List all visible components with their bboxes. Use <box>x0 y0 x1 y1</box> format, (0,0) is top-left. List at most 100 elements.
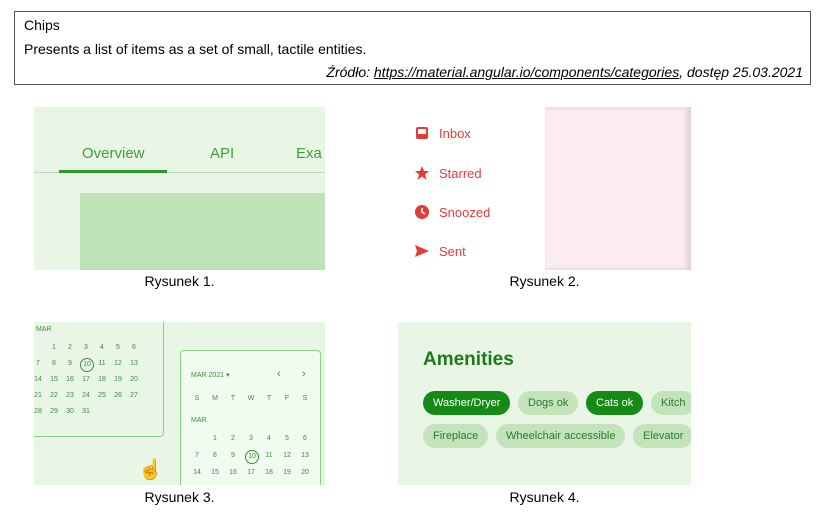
calendar-day[interactable]: 26 <box>112 392 124 399</box>
nav-label: Sent <box>439 243 466 259</box>
caption-4: Rysunek 4. <box>509 489 580 505</box>
calendar-day[interactable]: 16 <box>227 469 239 476</box>
calendar-day[interactable]: 21 <box>34 392 44 399</box>
calendar-day[interactable]: 18 <box>263 469 275 476</box>
calendar-day[interactable]: 16 <box>64 376 76 383</box>
calendar-day[interactable]: 18 <box>96 376 108 383</box>
calendar-day[interactable]: 25 <box>96 392 108 399</box>
source-suffix: , dostęp 25.03.2021 <box>679 64 803 80</box>
hand-cursor-icon: ☝ <box>138 459 163 481</box>
clock-icon <box>413 203 431 221</box>
calendar-day[interactable]: 30 <box>64 408 76 415</box>
calendar-day[interactable]: 11 <box>96 360 108 367</box>
calendar-day[interactable]: 6 <box>128 344 140 351</box>
calendar-day[interactable]: 4 <box>96 344 108 351</box>
calendar-day[interactable]: 9 <box>64 360 76 367</box>
nav-label: Starred <box>439 165 482 181</box>
previous-month-icon[interactable]: ‹ <box>277 368 281 380</box>
weekday-label: T <box>266 395 272 402</box>
calendar-day[interactable]: 6 <box>299 435 311 442</box>
calendar-day[interactable]: 10 <box>245 450 259 464</box>
weekday-label: S <box>194 395 200 402</box>
inbox-icon <box>413 124 431 142</box>
calendar-day[interactable]: 8 <box>209 452 221 459</box>
calendar-day[interactable]: 11 <box>263 452 275 459</box>
calendar-day[interactable]: 4 <box>263 435 275 442</box>
weekday-label: W <box>247 395 255 402</box>
left-month-label: MAR <box>36 326 52 333</box>
next-month-icon[interactable]: › <box>302 368 306 380</box>
calendar-day[interactable]: 28 <box>34 408 44 415</box>
figure-1-tabs: Overview API Exa <box>34 107 325 270</box>
nav-item-sent[interactable]: Sent <box>413 241 466 261</box>
chip[interactable]: Fireplace <box>423 424 489 448</box>
calendar-day[interactable]: 19 <box>112 376 124 383</box>
caption-3: Rysunek 3. <box>144 489 215 505</box>
calendar-day[interactable]: 29 <box>48 408 60 415</box>
component-description: Presents a list of items as a set of sma… <box>24 41 367 57</box>
calendar-day[interactable]: 24 <box>80 392 92 399</box>
calendar-day[interactable]: 7 <box>34 360 44 367</box>
chip[interactable]: Elevator <box>633 424 691 448</box>
month-year-selector[interactable]: MAR 2021 ▾ <box>191 371 230 379</box>
calendar-day[interactable]: 2 <box>227 435 239 442</box>
chip[interactable]: Cats ok <box>586 391 644 415</box>
calendar-day[interactable]: 8 <box>48 360 60 367</box>
calendar-day[interactable]: 27 <box>128 392 140 399</box>
calendar-day[interactable]: 14 <box>191 469 203 476</box>
description-box: Chips Presents a list of items as a set … <box>14 11 811 85</box>
calendar-day[interactable]: 15 <box>48 376 60 383</box>
content-card <box>80 193 325 270</box>
calendar-day[interactable]: 17 <box>245 469 257 476</box>
calendar-day[interactable]: 2 <box>64 344 76 351</box>
calendar-day[interactable]: 3 <box>245 435 257 442</box>
calendar-day[interactable]: 1 <box>209 435 221 442</box>
amenities-title: Amenities <box>423 349 514 370</box>
figure-2-nav-list: Inbox Starred Snoozed Sent <box>398 107 691 270</box>
tab-examples[interactable]: Exa <box>296 145 322 162</box>
calendar-day[interactable]: 12 <box>281 452 293 459</box>
nav-item-inbox[interactable]: Inbox <box>413 123 471 143</box>
calendar-day[interactable]: 12 <box>112 360 124 367</box>
calendar-day[interactable]: 19 <box>281 469 293 476</box>
calendar-day[interactable]: 3 <box>80 344 92 351</box>
caption-2: Rysunek 2. <box>509 273 580 289</box>
weekday-label: F <box>284 395 290 402</box>
calendar-day[interactable]: 22 <box>48 392 60 399</box>
chip[interactable]: Wheelchair accessible <box>496 424 626 448</box>
tab-overview[interactable]: Overview <box>82 145 145 162</box>
content-pane <box>545 107 691 270</box>
calendar-day[interactable]: 15 <box>209 469 221 476</box>
component-title: Chips <box>24 17 60 33</box>
calendar-day[interactable]: 31 <box>80 408 92 415</box>
tab-api[interactable]: API <box>210 145 234 162</box>
source-line: Źródło: https://material.angular.io/comp… <box>326 64 803 80</box>
calendar-day[interactable]: 13 <box>299 452 311 459</box>
nav-item-snoozed[interactable]: Snoozed <box>413 202 490 222</box>
figure-4-chips: Amenities Washer/Dryer Dogs ok Cats ok Kitc… <box>398 322 691 485</box>
calendar-day[interactable]: 14 <box>34 376 44 383</box>
caption-1: Rysunek 1. <box>144 273 215 289</box>
calendar-day[interactable]: 1 <box>48 344 60 351</box>
calendar-day[interactable]: 20 <box>128 376 140 383</box>
nav-item-starred[interactable]: Starred <box>413 163 482 183</box>
weekday-label: T <box>230 395 236 402</box>
calendar-day[interactable]: 17 <box>80 376 92 383</box>
calendar-day[interactable]: 13 <box>128 360 140 367</box>
right-month-label: MAR <box>191 417 207 424</box>
calendar-day[interactable]: 9 <box>227 452 239 459</box>
chip[interactable]: Kitch <box>651 391 691 415</box>
calendar-day[interactable]: 23 <box>64 392 76 399</box>
calendar-day[interactable]: 20 <box>299 469 311 476</box>
calendar-day[interactable]: 5 <box>281 435 293 442</box>
calendar-day[interactable]: 7 <box>191 452 203 459</box>
send-icon <box>413 242 431 260</box>
chip[interactable]: Dogs ok <box>518 391 579 415</box>
active-tab-indicator <box>59 170 167 173</box>
calendar-day[interactable]: 10 <box>80 358 94 372</box>
calendar-day[interactable]: 5 <box>112 344 124 351</box>
nav-label: Snoozed <box>439 204 491 220</box>
chip[interactable]: Washer/Dryer <box>423 391 511 415</box>
figure-3-datepicker: MAR 1 2 3 4 5 6 7 8 9 10 11 12 13 14 15 16 17 18 19 20 21 22 2… <box>34 322 325 485</box>
source-link[interactable]: https://material.angular.io/components/c… <box>374 64 679 80</box>
